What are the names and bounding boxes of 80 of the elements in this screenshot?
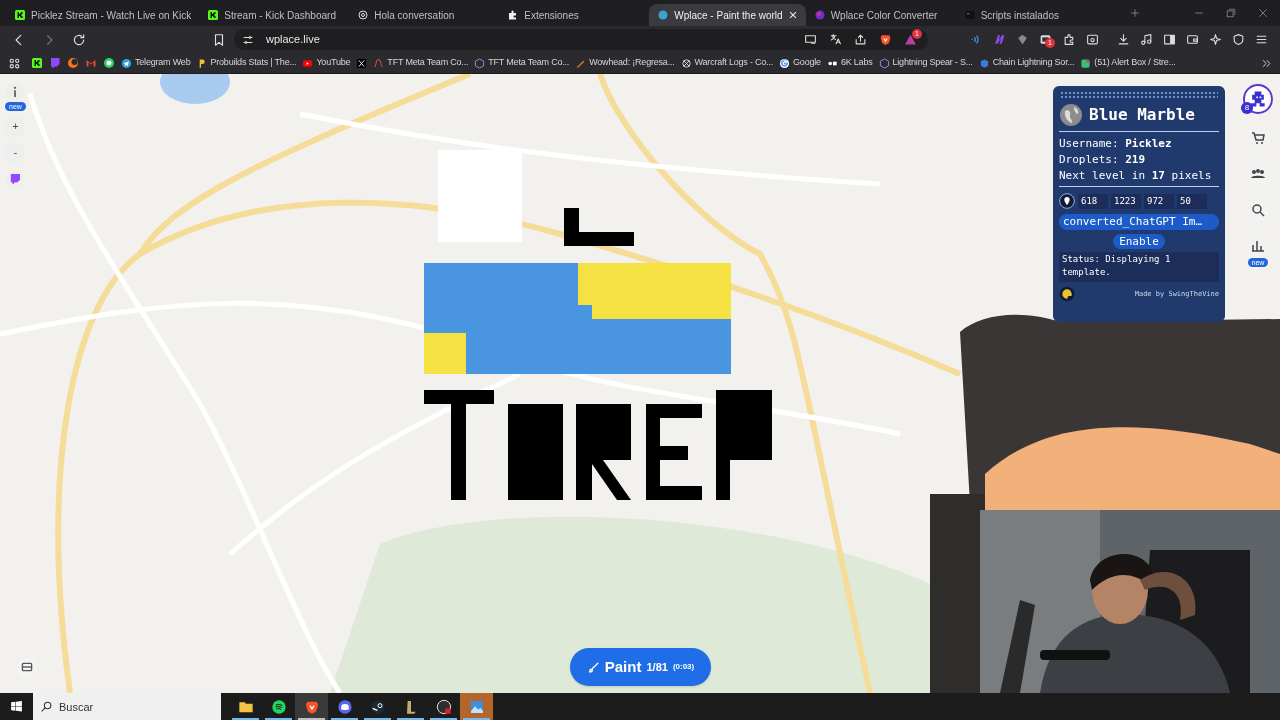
apps-grid-icon[interactable] [8,56,21,70]
extensions-icon[interactable] [1063,33,1076,46]
bookmark-item[interactable]: Google [779,56,821,70]
bookmark-item[interactable]: YouTube [302,56,351,70]
bookmark-item[interactable]: (51) Alert Box / Stre... [1080,56,1176,70]
bookmark-item[interactable]: TFT Meta Team Co... [474,56,570,70]
screen-icon[interactable] [804,33,817,46]
browser-tab[interactable]: Scripts instalados [955,4,1106,26]
wallet-icon[interactable] [1186,33,1199,46]
more-chevrons-icon[interactable] [1261,57,1272,69]
close-icon[interactable] [787,10,798,20]
browser-tab[interactable]: Extensiones [499,4,650,26]
windows-start-icon[interactable] [10,700,23,713]
sparkle-icon[interactable] [1209,33,1222,46]
gem-icon[interactable] [1016,33,1029,46]
kick-logo-icon[interactable] [31,57,43,69]
bookmark-item[interactable]: 6K Labs [826,56,873,70]
mail-icon[interactable] [85,57,97,69]
bookmark-item[interactable]: Wowhead: ¡Regresa... [575,56,675,70]
alert-box-icon [1080,57,1092,69]
browser-tab[interactable]: Stream - Kick Dashboard [199,4,350,26]
tab-title: Stream - Kick Dashboard [224,8,337,23]
browser-tab[interactable]: Wplace - Paint the world [649,4,806,26]
close-icon[interactable] [1258,8,1268,18]
tab-title: Extensiones [524,8,580,23]
steam-icon [369,698,386,715]
sidebar-icon[interactable] [1163,33,1176,46]
taskbar-search-field[interactable]: Buscar [33,693,221,720]
site-settings-icon [242,33,254,46]
bookmark-item[interactable]: Lightning Spear - S... [878,56,973,70]
translate-icon[interactable] [829,33,842,46]
orb-icon [813,9,826,21]
bookmark-item[interactable]: Chain Lightning Sor... [978,56,1075,70]
tab-title: Wplace - Paint the world [674,8,783,23]
script-icon [963,9,976,21]
share-icon[interactable] [854,33,867,46]
tab-title: Scripts instalados [980,8,1060,23]
music-icon[interactable] [1140,33,1153,46]
globe-icon [657,9,670,21]
bookmark-item[interactable]: Probuilds Stats | The... [196,56,297,70]
browser-tab[interactable]: Wplace Color Converter [805,4,956,26]
hexagon-icon [474,57,486,69]
bookmark-item[interactable]: Warcraft Logs - Co... [680,56,774,70]
game-controller-icon [336,698,353,715]
rewards-triangle-icon[interactable] [904,32,917,46]
taskbar-app[interactable] [295,693,328,720]
hexagon-icon [878,57,890,69]
kick-logo-icon [207,9,220,21]
reload-icon[interactable] [72,32,86,47]
tab-title: Picklez Stream - Watch Live on Kick [31,8,192,23]
download-icon[interactable] [1117,33,1130,46]
n-logo-icon[interactable] [993,33,1006,46]
restore-icon[interactable] [1226,8,1236,18]
vpn-shield-icon[interactable] [1232,33,1245,46]
google-g-icon [779,57,791,69]
window-search-icon[interactable] [1086,33,1099,46]
browser-tab[interactable]: Hola conversation [349,4,500,26]
menu-icon[interactable] [1255,33,1268,46]
crescent-icon[interactable] [67,57,79,69]
mountain-picture-icon [468,698,485,715]
bookmark-item[interactable]: TFT Meta Team Co... [373,56,469,70]
search-icon [40,700,53,713]
play-icon [302,57,314,69]
browser-tab[interactable]: Picklez Stream - Watch Live on Kick [6,4,200,26]
arch-icon [373,57,385,69]
crosshair-icon [680,57,692,69]
tab-title: Wplace Color Converter [830,8,939,23]
kick-logo-icon [14,9,26,21]
bookmark-item[interactable]: Telegram Web [121,56,191,70]
new-tab-icon[interactable] [1130,8,1140,18]
cube-icon [978,57,990,69]
record-icon [435,698,452,715]
bookmark-icon[interactable] [212,32,226,47]
twitch-icon[interactable] [49,57,61,69]
paper-plane-icon [121,57,132,69]
chat-bubble-icon[interactable] [103,57,115,69]
tab-title: Hola conversation [374,8,456,23]
spotify-icon [270,698,287,715]
x-logo-icon[interactable] [356,57,368,69]
url-text: wplace.live [266,32,321,48]
